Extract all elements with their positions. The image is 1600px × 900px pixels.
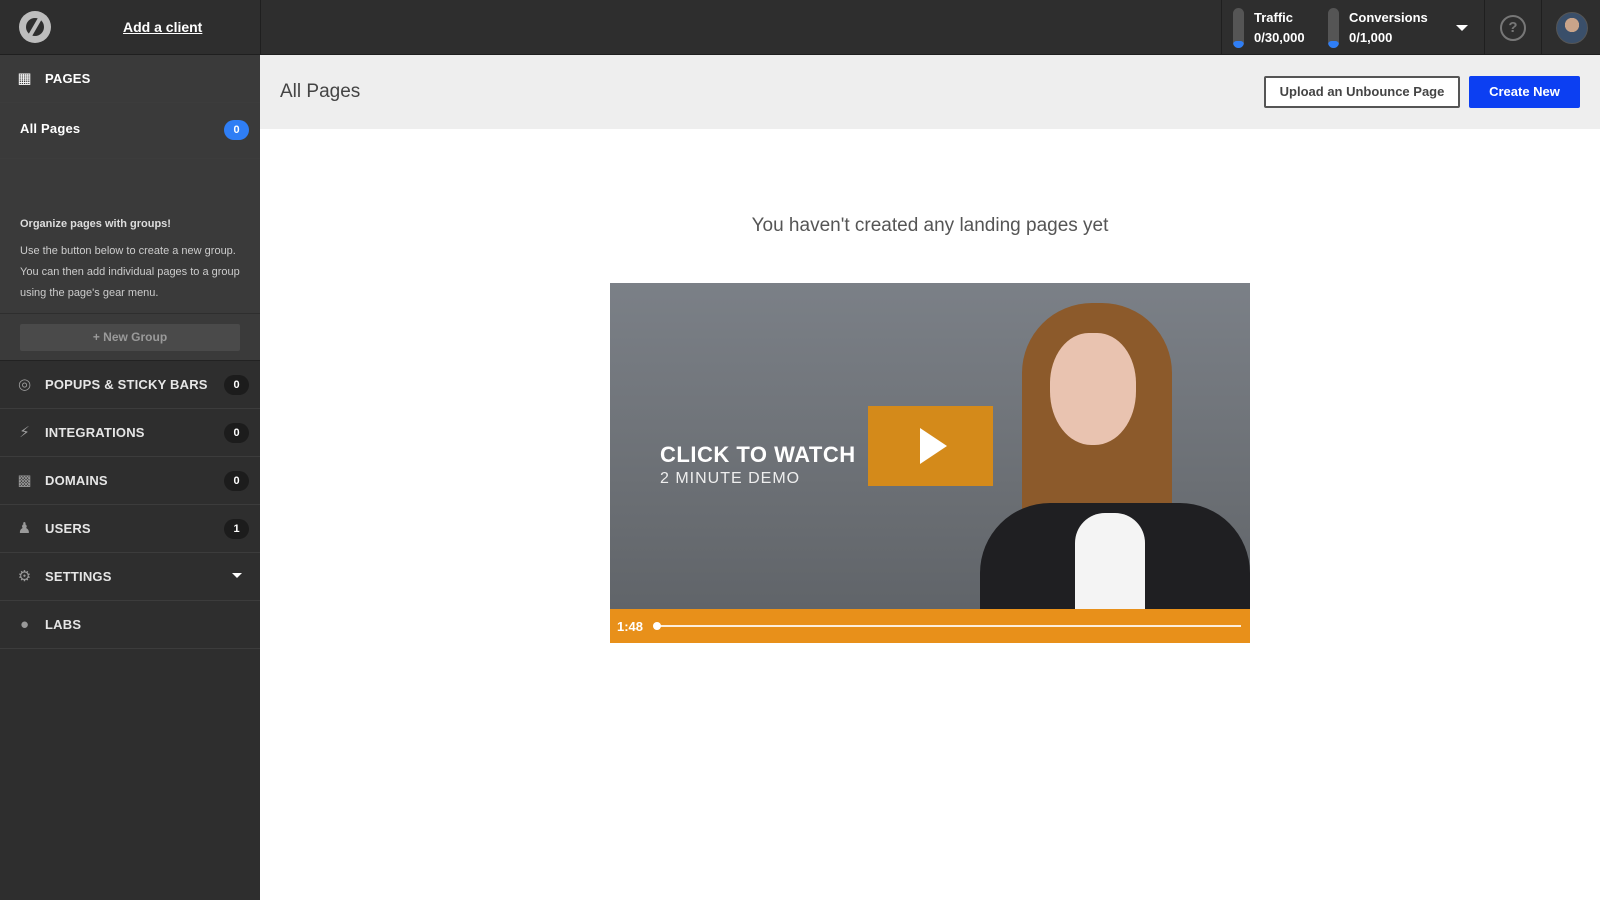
- count-badge: 0: [224, 423, 249, 443]
- video-progress-track[interactable]: [656, 625, 1241, 627]
- meters-dropdown-chevron-icon[interactable]: [1456, 25, 1468, 31]
- sidebar-item-label: SETTINGS: [45, 569, 112, 584]
- page-title: All Pages: [280, 81, 361, 102]
- help-button[interactable]: ?: [1484, 0, 1542, 55]
- video-controls: 1:48: [610, 609, 1250, 643]
- count-badge: 0: [224, 471, 249, 491]
- target-icon: ◎: [17, 376, 32, 393]
- sidebar-item-domains[interactable]: ▩ DOMAINS 0: [0, 457, 260, 505]
- video-duration: 1:48: [617, 619, 644, 634]
- unbounce-logo-icon[interactable]: [19, 11, 51, 43]
- conversions-label: Conversions: [1349, 10, 1428, 25]
- page-header: All Pages Upload an Unbounce Page Create…: [260, 55, 1600, 129]
- plug-icon: ⚡: [19, 424, 30, 441]
- video-cta-title: CLICK TO WATCH: [660, 442, 856, 467]
- user-avatar[interactable]: [1556, 12, 1588, 44]
- sidebar-item-popups[interactable]: ◎ POPUPS & STICKY BARS 0: [0, 361, 260, 409]
- www-icon: ▩: [17, 472, 32, 489]
- sidebar-item-all-pages[interactable]: All Pages 0: [0, 103, 260, 159]
- video-progress-knob[interactable]: [653, 622, 661, 630]
- all-pages-count-badge: 0: [224, 120, 249, 140]
- organize-title: Organize pages with groups!: [20, 218, 171, 230]
- add-client-link[interactable]: Add a client: [123, 19, 202, 35]
- main-content: All Pages Upload an Unbounce Page Create…: [260, 55, 1600, 900]
- sidebar-item-labs[interactable]: ● LABS: [0, 601, 260, 649]
- groups-panel: Organize pages with groups! Use the butt…: [0, 159, 260, 361]
- count-badge: 0: [224, 375, 249, 395]
- organize-text: Use the button below to create a new gro…: [20, 245, 240, 299]
- chevron-down-icon[interactable]: [232, 573, 242, 578]
- play-button-icon[interactable]: [868, 406, 993, 486]
- conversions-meter-bar: [1328, 8, 1339, 48]
- sidebar-item-settings[interactable]: ⚙ SETTINGS: [0, 553, 260, 601]
- flask-icon: ●: [19, 616, 30, 633]
- new-group-button[interactable]: + New Group: [20, 324, 240, 351]
- upload-page-button[interactable]: Upload an Unbounce Page: [1264, 76, 1460, 108]
- traffic-meter-bar: [1233, 8, 1244, 48]
- demo-video-player[interactable]: CLICK TO WATCH 2 MINUTE DEMO 1:48: [610, 283, 1250, 643]
- count-badge: 1: [224, 519, 249, 539]
- sidebar-item-label: INTEGRATIONS: [45, 425, 145, 440]
- sidebar-item-users[interactable]: ♟ USERS 1: [0, 505, 260, 553]
- top-bar: Add a client Traffic 0/30,000 Conversion…: [0, 0, 1600, 55]
- topbar-divider: [260, 0, 261, 55]
- users-icon: ♟: [17, 520, 32, 537]
- empty-state-message: You haven't created any landing pages ye…: [751, 215, 1109, 236]
- help-icon: ?: [1500, 15, 1526, 41]
- sidebar-item-integrations[interactable]: ⚡ INTEGRATIONS 0: [0, 409, 260, 457]
- sidebar-item-label: DOMAINS: [45, 473, 108, 488]
- sidebar-item-label: LABS: [45, 617, 82, 632]
- conversions-value: 0/1,000: [1349, 30, 1393, 45]
- sidebar-item-pages[interactable]: ▦ PAGES: [0, 55, 260, 103]
- sidebar-item-label: PAGES: [45, 71, 91, 86]
- gear-icon: ⚙: [17, 568, 32, 585]
- video-cta-subtitle: 2 MINUTE DEMO: [660, 470, 801, 487]
- divider: [0, 313, 260, 314]
- usage-meters[interactable]: Traffic 0/30,000 Conversions 0/1,000: [1221, 0, 1484, 55]
- pages-icon: ▦: [17, 70, 32, 87]
- traffic-label: Traffic: [1254, 10, 1294, 25]
- traffic-value: 0/30,000: [1254, 30, 1305, 45]
- presenter-image: [970, 303, 1250, 613]
- all-pages-label: All Pages: [20, 121, 81, 136]
- sidebar: ▦ PAGES All Pages 0 Organize pages with …: [0, 55, 260, 900]
- sidebar-item-label: POPUPS & STICKY BARS: [45, 377, 208, 392]
- create-new-button[interactable]: Create New: [1469, 76, 1580, 108]
- sidebar-item-label: USERS: [45, 521, 91, 536]
